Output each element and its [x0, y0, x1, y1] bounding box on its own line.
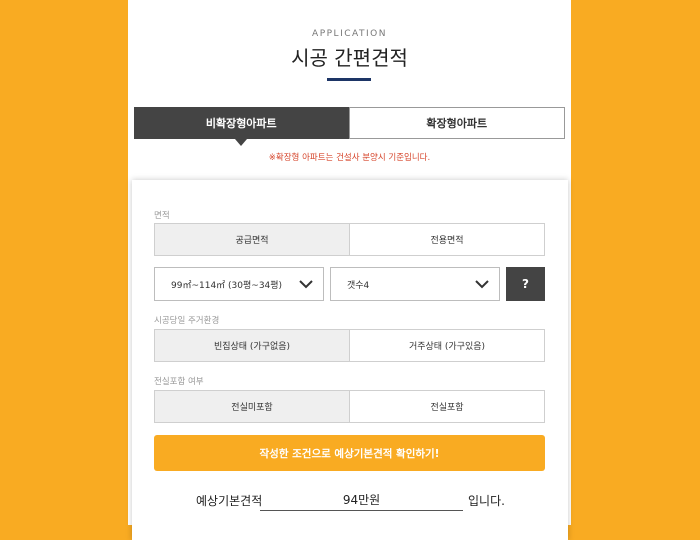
section-eyebrow: APPLICATION — [312, 29, 387, 39]
balcony-toggle: 전실미포함 전실포함 — [154, 390, 545, 423]
estimate-panel: APPLICATION 시공 간편견적 비확장형아파트 확장형아파트 ※확장형 … — [128, 0, 571, 540]
tab-expanded[interactable]: 확장형아파트 — [348, 107, 565, 139]
page-title: 시공 간편견적 — [291, 46, 408, 70]
area-label: 면적 — [154, 211, 170, 221]
result-prefix: 예상기본견적 — [196, 494, 263, 508]
chevron-down-icon — [465, 267, 499, 301]
balcony-option-excluded[interactable]: 전실미포함 — [154, 390, 350, 423]
living-option-empty[interactable]: 빈집상태 (가구없음) — [154, 329, 350, 362]
area-toggle: 공급면적 전용면적 — [154, 223, 545, 256]
apartment-type-tabs: 비확장형아파트 확장형아파트 — [134, 107, 565, 146]
living-label: 시공당일 주거환경 — [154, 316, 220, 326]
balcony-label: 전실포함 여부 — [154, 377, 204, 387]
result-suffix: 입니다. — [468, 494, 505, 508]
notice-text: ※확장형 아파트는 건설사 분양시 기준입니다. — [268, 153, 431, 163]
help-button[interactable]: ? — [506, 267, 545, 301]
tab-non-expanded[interactable]: 비확장형아파트 — [134, 107, 349, 146]
balcony-option-included[interactable]: 전실포함 — [350, 390, 545, 423]
size-select[interactable]: 99㎡~114㎡ (30평~34평) — [154, 267, 324, 301]
area-option-exclusive[interactable]: 전용면적 — [350, 223, 545, 256]
check-estimate-button[interactable]: 작성한 조건으로 예상기본견적 확인하기! — [154, 435, 545, 471]
chevron-down-icon — [289, 267, 323, 301]
rooms-select-value: 갯수4 — [347, 280, 370, 291]
size-select-value: 99㎡~114㎡ (30평~34평) — [171, 280, 283, 291]
estimate-form-card: 면적 공급면적 전용면적 99㎡~114㎡ (30평~34평) 갯수4 ? 시공… — [132, 180, 568, 540]
living-toggle: 빈집상태 (가구없음) 거주상태 (가구있음) — [154, 329, 545, 362]
result-value: 94만원 — [260, 490, 463, 511]
rooms-select[interactable]: 갯수4 — [330, 267, 500, 301]
area-option-supply[interactable]: 공급면적 — [154, 223, 350, 256]
title-underline — [327, 78, 371, 81]
estimate-result: 예상기본견적 94만원 입니다. — [132, 490, 568, 516]
living-option-occupied[interactable]: 거주상태 (가구있음) — [350, 329, 545, 362]
